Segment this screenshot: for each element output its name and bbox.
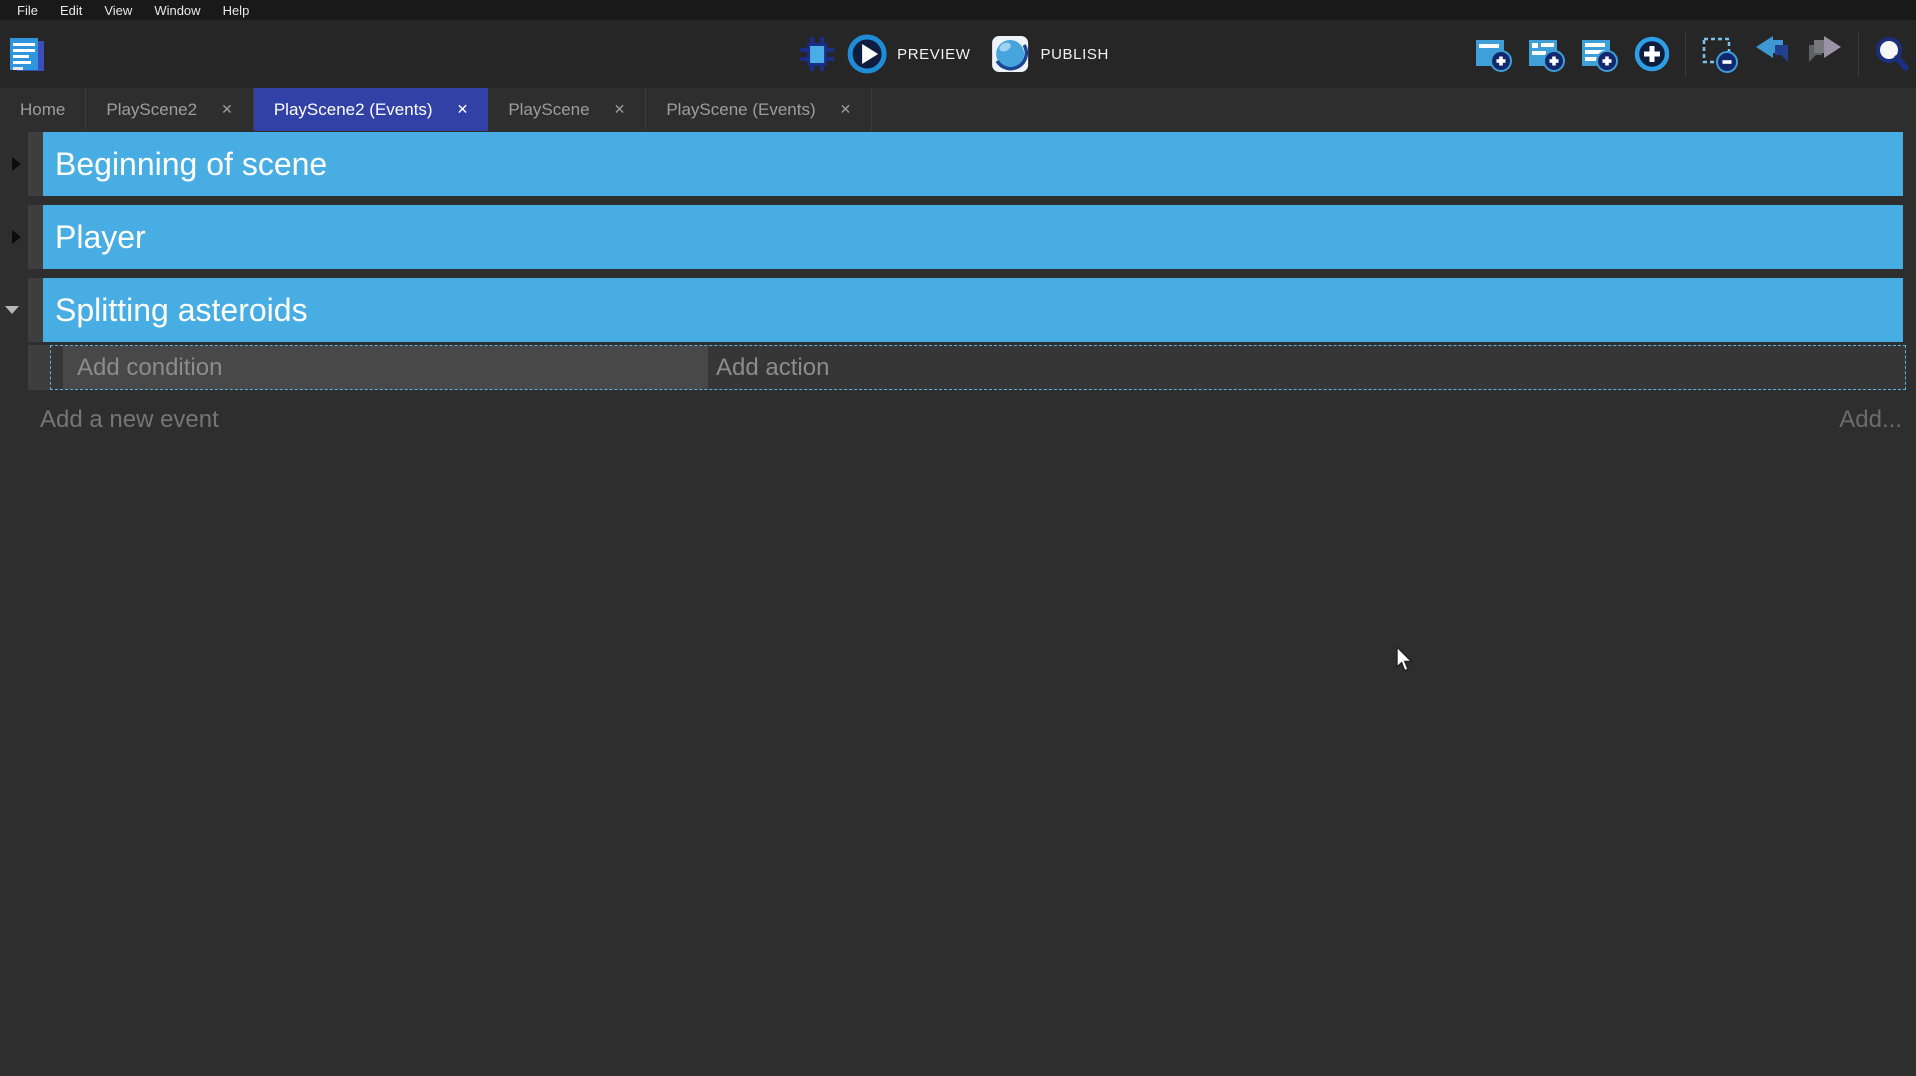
menu-window[interactable]: Window	[143, 1, 211, 20]
tab-playscene2-events[interactable]: PlayScene2 (Events) ✕	[254, 88, 488, 131]
event-drag-handle[interactable]	[28, 278, 43, 342]
tab-label: PlayScene2 (Events)	[274, 100, 433, 120]
redo-button[interactable]	[1805, 34, 1845, 74]
gdevelop-logo-icon	[8, 36, 48, 76]
event-group-bar[interactable]: Player	[43, 205, 1903, 269]
add-subevent-button[interactable]	[1526, 34, 1566, 74]
menu-help[interactable]: Help	[212, 1, 261, 20]
tab-close-icon[interactable]: ✕	[614, 101, 626, 118]
event-group-title: Beginning of scene	[55, 146, 327, 183]
undo-button[interactable]	[1752, 34, 1792, 74]
choose-add-event-button[interactable]	[1632, 34, 1672, 74]
event-gutter	[0, 132, 28, 196]
tab-playscene[interactable]: PlayScene ✕	[488, 88, 646, 131]
add-event-icon	[1474, 35, 1512, 73]
add-condition-button[interactable]: Add condition	[63, 346, 708, 389]
gdevelop-home-button[interactable]	[8, 36, 48, 76]
play-icon	[847, 34, 887, 74]
publish-label: PUBLISH	[1041, 46, 1109, 63]
tab-playscene-events[interactable]: PlayScene (Events) ✕	[646, 88, 872, 131]
remove-selection-icon	[1700, 35, 1738, 73]
empty-event-row: Add condition Add action	[28, 345, 1916, 390]
preview-label: PREVIEW	[897, 46, 970, 63]
add-condition-label: Add condition	[77, 354, 222, 382]
tab-home[interactable]: Home	[0, 88, 86, 131]
toolbar-right-group	[1473, 20, 1912, 88]
undo-icon	[1753, 35, 1791, 73]
add-event-button[interactable]	[1473, 34, 1513, 74]
tab-bar: Home PlayScene2 ✕ PlayScene2 (Events) ✕ …	[0, 88, 1916, 131]
tab-close-icon[interactable]: ✕	[457, 101, 469, 118]
menu-edit[interactable]: Edit	[49, 1, 93, 20]
globe-icon	[991, 34, 1031, 74]
debug-chip-icon	[798, 35, 836, 73]
add-circle-icon	[1633, 35, 1671, 73]
add-subevent-icon	[1527, 35, 1565, 73]
tab-label: PlayScene2	[106, 100, 197, 120]
expand-arrow-icon[interactable]	[12, 230, 21, 244]
redo-icon	[1806, 35, 1844, 73]
event-group-row: Player	[0, 205, 1916, 269]
main-toolbar: PREVIEW PUBLISH	[0, 20, 1916, 88]
menu-file[interactable]: File	[6, 1, 49, 20]
tab-label: Home	[20, 100, 65, 120]
tab-close-icon[interactable]: ✕	[221, 101, 233, 118]
expand-arrow-icon[interactable]	[12, 157, 21, 171]
toolbar-separator	[1685, 31, 1686, 77]
add-comment-button[interactable]	[1579, 34, 1619, 74]
event-gutter	[0, 278, 28, 342]
events-sheet: Beginning of scene Player Splitting aste…	[0, 131, 1916, 438]
events-footer: Add a new event Add...	[0, 402, 1916, 438]
event-group-bar[interactable]: Beginning of scene	[43, 132, 1903, 196]
event-gutter	[0, 205, 28, 269]
menu-bar: File Edit View Window Help	[0, 0, 1916, 20]
tab-label: PlayScene (Events)	[666, 100, 815, 120]
delete-selection-button[interactable]	[1699, 34, 1739, 74]
toolbar-center-group: PREVIEW PUBLISH	[797, 20, 1119, 88]
mouse-cursor	[1396, 646, 1414, 673]
event-drag-handle[interactable]	[28, 345, 50, 390]
search-events-button[interactable]	[1872, 34, 1912, 74]
collapse-arrow-icon[interactable]	[5, 306, 19, 314]
add-comment-icon	[1580, 35, 1618, 73]
event-group-row: Beginning of scene	[0, 132, 1916, 196]
add-action-label: Add action	[716, 354, 829, 382]
tab-playscene2[interactable]: PlayScene2 ✕	[86, 88, 253, 131]
event-group-row: Splitting asteroids	[0, 278, 1916, 342]
menu-view[interactable]: View	[93, 1, 143, 20]
tab-label: PlayScene	[508, 100, 589, 120]
toolbar-separator	[1858, 31, 1859, 77]
event-group-title: Splitting asteroids	[55, 292, 308, 329]
add-more-button[interactable]: Add...	[1839, 406, 1902, 434]
debug-button[interactable]	[797, 34, 837, 74]
selected-empty-event[interactable]: Add condition Add action	[50, 345, 1906, 390]
add-new-event-button[interactable]: Add a new event	[40, 406, 219, 434]
publish-button[interactable]: PUBLISH	[981, 34, 1119, 74]
event-group-bar[interactable]: Splitting asteroids	[43, 278, 1903, 342]
search-icon	[1872, 34, 1912, 74]
event-group-title: Player	[55, 219, 146, 256]
tab-close-icon[interactable]: ✕	[840, 101, 852, 118]
event-drag-handle[interactable]	[28, 132, 43, 196]
add-action-button[interactable]: Add action	[708, 346, 1905, 389]
preview-button[interactable]: PREVIEW	[837, 34, 980, 74]
event-drag-handle[interactable]	[28, 205, 43, 269]
